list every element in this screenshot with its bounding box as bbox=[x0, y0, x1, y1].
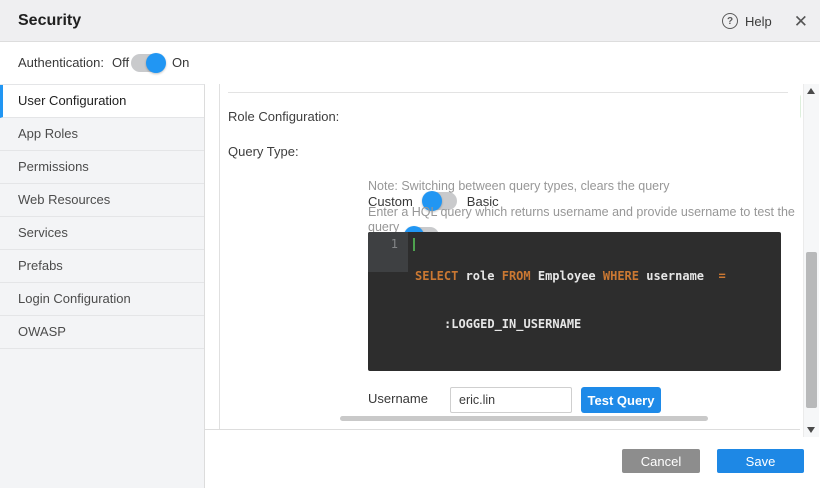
authentication-label: Authentication: bbox=[18, 42, 104, 84]
sidebar: User Configuration App Roles Permissions… bbox=[0, 84, 205, 488]
editor-line-number: 1 bbox=[368, 237, 398, 251]
username-input[interactable] bbox=[450, 387, 572, 413]
vertical-scrollbar-thumb[interactable] bbox=[806, 252, 817, 408]
query-type-label: Query Type: bbox=[228, 143, 299, 161]
scrollbar-up-arrow[interactable] bbox=[807, 88, 815, 94]
dialog-header: Security ? Help ✕ bbox=[0, 0, 820, 42]
close-icon[interactable]: ✕ bbox=[794, 13, 808, 30]
sidebar-item-user-configuration[interactable]: User Configuration bbox=[0, 85, 204, 118]
query-instruction: Enter a HQL query which returns username… bbox=[368, 205, 800, 235]
vertical-scrollbar[interactable] bbox=[803, 84, 819, 437]
sidebar-item-web-resources[interactable]: Web Resources bbox=[0, 184, 204, 217]
sidebar-item-login-configuration[interactable]: Login Configuration bbox=[0, 283, 204, 316]
help-icon[interactable]: ? bbox=[722, 13, 738, 29]
user-configuration-panel: Role Configuration: Custom Basic Query T… bbox=[205, 84, 800, 430]
sidebar-item-app-roles[interactable]: App Roles bbox=[0, 118, 204, 151]
editor-code: SELECT role FROM Employee WHERE username… bbox=[415, 236, 775, 364]
hql-query-editor[interactable]: 1 SELECT role FROM Employee WHERE userna… bbox=[368, 232, 781, 371]
code-line-1: SELECT role FROM Employee WHERE username… bbox=[415, 268, 775, 284]
header-actions: ? Help ✕ bbox=[722, 0, 808, 42]
toggle-knob bbox=[146, 53, 166, 73]
scrollbar-down-arrow[interactable] bbox=[807, 427, 815, 433]
code-line-2: :LOGGED_IN_USERNAME bbox=[415, 316, 775, 332]
authentication-on-label: On bbox=[172, 42, 189, 84]
help-link[interactable]: Help bbox=[745, 14, 772, 29]
horizontal-scrollbar-thumb[interactable] bbox=[340, 416, 708, 421]
authentication-off-label: Off bbox=[112, 42, 129, 84]
query-type-note: Note: Switching between query types, cle… bbox=[368, 179, 670, 194]
username-label: Username bbox=[368, 391, 428, 407]
authentication-row: Authentication: Off On ✓ Tested query su… bbox=[0, 42, 820, 84]
sidebar-item-permissions[interactable]: Permissions bbox=[0, 151, 204, 184]
sidebar-item-services[interactable]: Services bbox=[0, 217, 204, 250]
security-dialog: Security ? Help ✕ Authentication: Off On… bbox=[0, 0, 820, 488]
cancel-button[interactable]: Cancel bbox=[622, 449, 700, 473]
page-title: Security bbox=[18, 0, 81, 42]
sidebar-item-prefabs[interactable]: Prefabs bbox=[0, 250, 204, 283]
test-query-button[interactable]: Test Query bbox=[581, 387, 661, 413]
save-button[interactable]: Save bbox=[717, 449, 804, 473]
sidebar-item-owasp[interactable]: OWASP bbox=[0, 316, 204, 349]
section-divider bbox=[228, 92, 788, 93]
role-configuration-label: Role Configuration: bbox=[228, 108, 339, 126]
authentication-toggle[interactable] bbox=[131, 54, 165, 72]
panel-divider bbox=[219, 84, 220, 429]
